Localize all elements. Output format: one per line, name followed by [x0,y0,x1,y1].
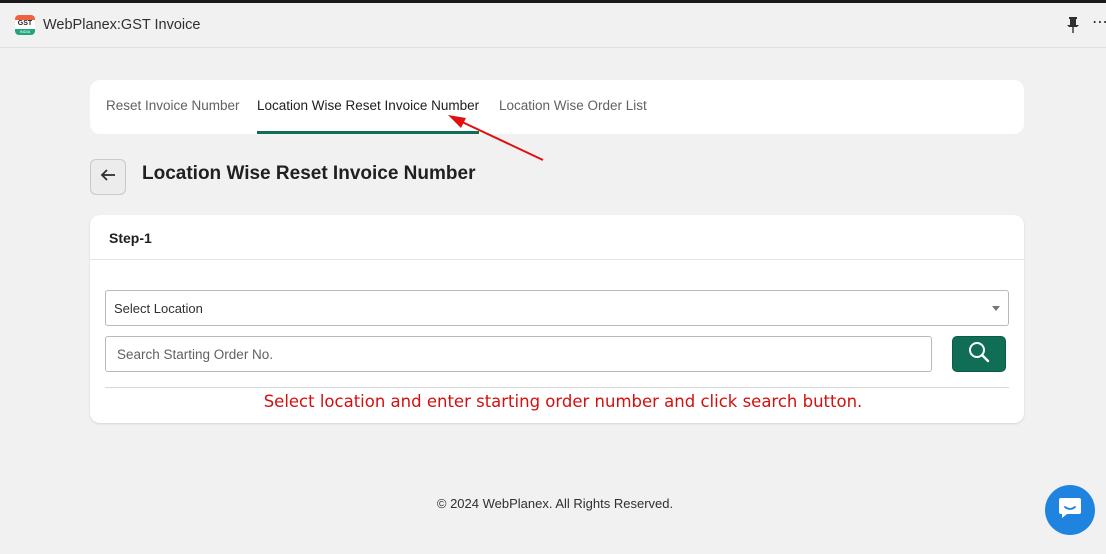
app-header: GST INDIA WebPlanex:GST Invoice ⋯ [0,3,1106,48]
tab-label: Reset Invoice Number [106,98,240,113]
back-button[interactable] [90,159,126,195]
logo-text: GST [17,20,33,27]
instruction-text: Select location and enter starting order… [263,392,863,411]
tab-label: Location Wise Reset Invoice Number [257,98,480,113]
tab-location-wise-reset-invoice-number[interactable]: Location Wise Reset Invoice Number [257,80,480,134]
tab-reset-invoice-number[interactable]: Reset Invoice Number [106,80,240,134]
footer-copyright: © 2024 WebPlanex. All Rights Reserved. [436,496,674,511]
arrow-left-icon [100,168,116,187]
order-search-input[interactable] [105,336,932,372]
pin-icon[interactable] [1066,17,1080,33]
app-title: WebPlanex:GST Invoice [43,17,201,33]
search-icon [968,341,990,368]
more-icon[interactable]: ⋯ [1092,15,1106,33]
location-select[interactable]: Select Location [105,290,1009,326]
location-select-value: Select Location [114,301,203,316]
step-card: Step-1 Select Location Select location a… [90,215,1024,423]
logo-subtext: INDIA [15,29,35,35]
page-title: Location Wise Reset Invoice Number [142,163,476,184]
chat-icon [1057,496,1083,525]
chevron-down-icon [992,306,1000,311]
search-button[interactable] [952,336,1006,372]
chat-button[interactable] [1045,485,1095,535]
step-divider [105,387,1009,388]
step-header: Step-1 [90,215,1024,260]
tab-bar: Reset Invoice Number Location Wise Reset… [90,80,1024,134]
app-logo: GST INDIA [15,15,35,35]
tab-label: Location Wise Order List [499,98,647,113]
step-title: Step-1 [109,230,152,246]
tab-location-wise-order-list[interactable]: Location Wise Order List [499,80,647,134]
